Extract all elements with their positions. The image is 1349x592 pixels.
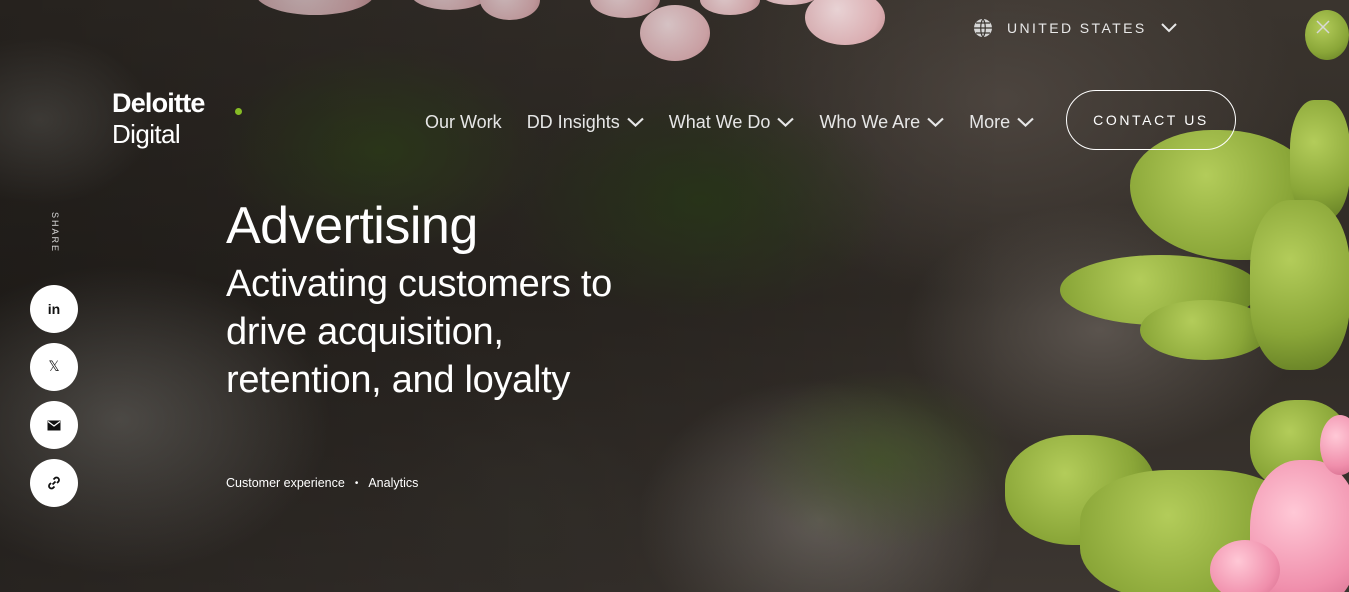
chevron-down-icon [927, 117, 944, 127]
nav-item-label: DD Insights [526, 111, 620, 132]
region-label: UNITED STATES [1007, 20, 1147, 36]
nav-item-what-we-do[interactable]: What We Do [669, 112, 795, 133]
logo-line2: Digital [112, 119, 181, 149]
chevron-down-icon [1160, 23, 1177, 33]
close-icon[interactable] [1314, 18, 1332, 36]
share-email-button[interactable] [30, 401, 78, 449]
share-x-button[interactable]: 𝕏 [30, 343, 78, 391]
share-linkedin-button[interactable]: in [30, 285, 78, 333]
tag-analytics[interactable]: Analytics [368, 476, 418, 490]
main-nav: Our Work DD Insights What We Do Who We A… [425, 110, 1059, 134]
linkedin-icon: in [47, 301, 61, 317]
link-icon [48, 476, 60, 490]
nav-item-label: Our Work [425, 111, 502, 132]
nav-item-dd-insights[interactable]: DD Insights [527, 112, 644, 133]
page-title: Advertising [226, 197, 478, 255]
nav-item-more[interactable]: More [969, 112, 1034, 133]
logo-line1: Deloitte [112, 88, 205, 118]
deloitte-digital-logo[interactable]: Deloitte Digital [112, 88, 252, 154]
topic-tags: Customer experience • Analytics [226, 476, 418, 490]
x-icon: 𝕏 [48, 359, 60, 375]
contact-us-button[interactable]: CONTACT US [1066, 90, 1236, 150]
page-subtitle: Activating customers to drive acquisitio… [226, 263, 612, 401]
tag-customer-experience[interactable]: Customer experience [226, 476, 345, 490]
globe-icon [974, 18, 992, 38]
mail-icon [47, 420, 61, 430]
chevron-down-icon [1017, 117, 1034, 127]
nav-item-label: More [969, 111, 1011, 132]
chevron-down-icon [777, 117, 795, 127]
nav-item-label: Who We Are [819, 111, 921, 132]
tag-separator: • [354, 477, 359, 489]
nav-item-our-work[interactable]: Our Work [425, 112, 502, 133]
nav-item-who-we-are[interactable]: Who We Are [819, 112, 944, 133]
share-label: SHARE [50, 212, 60, 254]
region-selector[interactable]: UNITED STATES [973, 17, 1177, 39]
share-copy-link-button[interactable] [30, 459, 78, 507]
logo-dot [235, 108, 242, 115]
nav-item-label: What We Do [668, 111, 771, 132]
chevron-down-icon [626, 117, 644, 127]
